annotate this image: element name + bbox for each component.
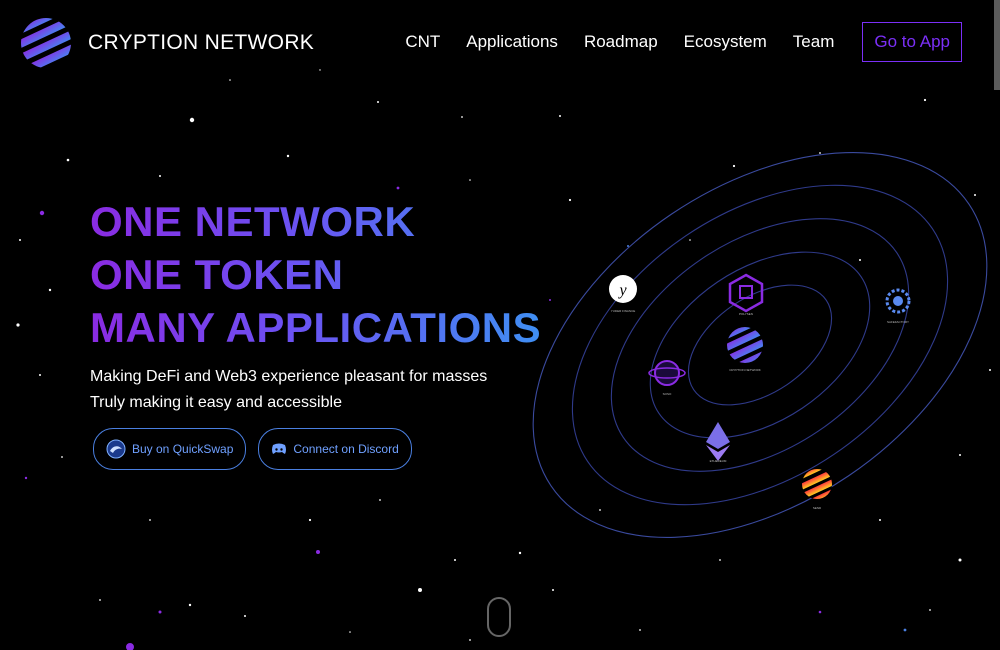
buy-on-quickswap-button[interactable]: Buy on QuickSwap [93, 428, 247, 470]
brand-logo[interactable]: CRYPTION NETWORK [20, 15, 314, 71]
planet-ethereum[interactable]: ETHEREUM [706, 422, 730, 463]
headline-line-1: ONE NETWORK [90, 195, 541, 248]
svg-text:POLYSEN: POLYSEN [739, 312, 753, 316]
nav-ecosystem[interactable]: Ecosystem [684, 32, 767, 52]
svg-text:ETHEREUM: ETHEREUM [710, 459, 727, 463]
quickswap-icon [106, 439, 126, 459]
hero-subtitle-2: Truly making it easy and accessible [90, 394, 342, 411]
nav-cnt[interactable]: CNT [405, 32, 440, 52]
svg-text:SOSO: SOSO [663, 392, 672, 396]
discord-label: Connect on Discord [293, 442, 399, 456]
cryption-network-planet[interactable]: CRYPTION NETWORK [710, 315, 781, 376]
nav-team[interactable]: Team [793, 32, 835, 52]
main-nav: CNT Applications Roadmap Ecosystem Team … [379, 22, 962, 62]
brand-name: CRYPTION NETWORK [88, 31, 315, 54]
hero-subtitle-1: Making DeFi and Web3 experience pleasant… [90, 368, 488, 385]
planet-soso[interactable]: SOSO [648, 360, 686, 396]
svg-text:SAFEFACTORY: SAFEFACTORY [887, 320, 909, 324]
planet-polysen[interactable]: POLYSEN [728, 273, 764, 316]
scroll-down-indicator[interactable] [487, 597, 511, 637]
headline-line-2: ONE TOKEN [90, 248, 541, 301]
page-scrollbar[interactable] [994, 0, 1000, 90]
svg-text:y: y [617, 282, 627, 299]
svg-text:SEND: SEND [813, 506, 822, 510]
quickswap-label: Buy on QuickSwap [132, 442, 234, 456]
svg-text:YUDER FINANCE: YUDER FINANCE [611, 309, 636, 313]
center-planet-label: CRYPTION NETWORK [729, 368, 761, 372]
discord-icon [271, 443, 287, 455]
nav-applications[interactable]: Applications [466, 32, 558, 52]
connect-on-discord-button[interactable]: Connect on Discord [258, 428, 412, 470]
go-to-app-button[interactable]: Go to App [862, 22, 962, 62]
planet-yuder[interactable]: y YUDER FINANCE [609, 275, 637, 313]
hero-section: ONE NETWORK ONE TOKEN MANY APPLICATIONS … [90, 195, 541, 416]
nav-roadmap[interactable]: Roadmap [584, 32, 658, 52]
planet-send[interactable]: SEND [790, 460, 845, 510]
ecosystem-orbit: CRYPTION NETWORK y YUDER FINANCE POLYSEN… [532, 152, 988, 538]
hero-buttons: Buy on QuickSwap Connect on Discord [93, 428, 424, 470]
headline-line-3: MANY APPLICATIONS [90, 301, 541, 354]
cryption-globe-icon [21, 18, 71, 68]
